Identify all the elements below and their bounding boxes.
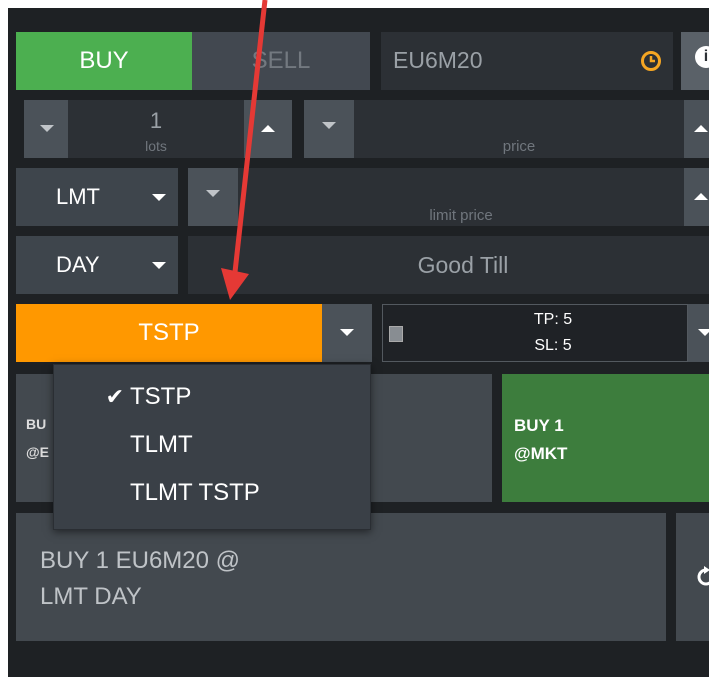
quick-buy-limit-line2: @E: [26, 444, 49, 460]
checkmark-icon: ✔: [105, 384, 124, 409]
bracket-dropdown-toggle[interactable]: [688, 304, 709, 362]
price-label: price: [502, 138, 536, 155]
info-button[interactable]: i: [681, 32, 709, 90]
trailing-type-dropdown-menu: ✔ TSTP TLMT TLMT TSTP: [53, 364, 371, 530]
bracket-field[interactable]: TP: 5 SL: 5: [382, 304, 688, 362]
chevron-down-icon: [152, 262, 166, 269]
dropdown-option-tlmt[interactable]: TLMT: [54, 423, 370, 467]
symbol-value: EU6M20: [393, 47, 483, 73]
quantity-increment-button[interactable]: [244, 100, 292, 158]
order-ticket-panel: BUY SELL EU6M20 i 1 lots price LMT limit…: [8, 8, 709, 677]
order-summary[interactable]: BUY 1 EU6M20 @ LMT DAY: [16, 513, 666, 641]
chevron-down-icon: [698, 329, 709, 336]
trailing-type-value: TSTP: [138, 319, 200, 346]
price-increment-button[interactable]: [684, 100, 709, 158]
dropdown-option-tlmt-tstp[interactable]: TLMT TSTP: [54, 471, 370, 515]
chevron-down-icon: [206, 190, 220, 197]
tif-value: DAY: [56, 252, 100, 277]
chevron-up-icon: [694, 125, 708, 132]
dropdown-option-tstp[interactable]: ✔ TSTP: [54, 375, 370, 419]
limit-price-decrement-button[interactable]: [188, 168, 238, 226]
dropdown-option-label: TLMT TSTP: [130, 479, 260, 506]
price-input[interactable]: price: [354, 100, 684, 158]
chevron-up-icon: [261, 125, 275, 132]
dropdown-option-label: TSTP: [130, 383, 192, 410]
sell-tab[interactable]: SELL: [192, 32, 370, 90]
market-buy-line1: BUY 1: [514, 416, 564, 435]
chevron-down-icon: [322, 122, 336, 129]
refresh-button[interactable]: [676, 513, 709, 641]
quick-buy-limit-line1: BU: [26, 416, 47, 432]
market-buy-button[interactable]: BUY 1 @MKT: [502, 374, 709, 502]
quantity-value: 1: [149, 108, 163, 133]
limit-price-input[interactable]: limit price: [238, 168, 684, 226]
trailing-type-select[interactable]: TSTP: [16, 304, 372, 362]
dropdown-option-label: TLMT: [130, 431, 193, 458]
refresh-icon: [697, 566, 709, 586]
clock-icon[interactable]: [640, 50, 662, 72]
chevron-up-icon: [694, 193, 708, 200]
price-decrement-button[interactable]: [304, 100, 354, 158]
stop-loss-label: SL: 5: [534, 337, 572, 354]
buy-tab[interactable]: BUY: [16, 32, 192, 90]
symbol-field[interactable]: EU6M20: [381, 32, 673, 90]
order-summary-line2: LMT DAY: [40, 583, 142, 610]
order-type-value: LMT: [56, 184, 100, 209]
order-summary-line1: BUY 1 EU6M20 @: [40, 547, 241, 574]
limit-price-increment-button[interactable]: [684, 168, 709, 226]
quantity-input[interactable]: 1 lots: [68, 100, 244, 158]
take-profit-label: TP: 5: [533, 311, 573, 328]
chevron-down-icon: [152, 194, 166, 201]
chevron-down-icon: [340, 329, 354, 336]
chevron-down-icon: [40, 125, 54, 132]
market-buy-line2: @MKT: [514, 444, 568, 463]
tif-select[interactable]: DAY: [16, 236, 178, 294]
good-till-placeholder: Good Till: [417, 252, 509, 278]
good-till-field[interactable]: Good Till: [188, 236, 709, 294]
quantity-decrement-button[interactable]: [24, 100, 68, 158]
quantity-unit-label: lots: [145, 138, 167, 154]
limit-price-label: limit price: [429, 207, 493, 224]
trailing-dropdown-toggle[interactable]: [322, 304, 372, 362]
order-type-select[interactable]: LMT: [16, 168, 178, 226]
info-icon: i: [695, 46, 709, 68]
